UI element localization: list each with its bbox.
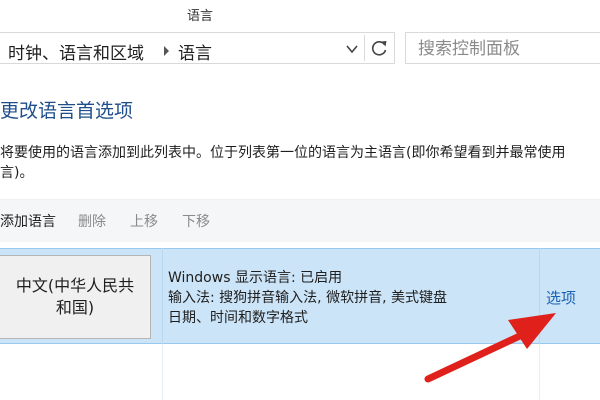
display-language-status: Windows 显示语言: 已启用 xyxy=(168,270,343,286)
breadcrumb-clock-language-region[interactable]: 时钟、语言和区域 xyxy=(8,39,144,64)
refresh-button[interactable] xyxy=(364,35,393,61)
refresh-icon xyxy=(371,41,387,56)
date-time-number-formats: 日期、时间和数字格式 xyxy=(168,310,308,326)
options-link[interactable]: 选项 xyxy=(546,287,576,308)
page-title: 更改语言首选项 xyxy=(0,100,134,122)
language-name-button[interactable]: 中文(中华人民共 和国) xyxy=(0,255,151,339)
language-details: Windows 显示语言: 已启用 输入法: 搜狗拼音输入法, 微软拼音, 美式… xyxy=(168,268,447,328)
input-methods: 输入法: 搜狗拼音输入法, 微软拼音, 美式键盘 xyxy=(168,290,447,306)
language-toolbar: 添加语言 删除 上移 下移 xyxy=(0,199,600,242)
move-down-button[interactable]: 下移 xyxy=(182,211,210,231)
move-up-button[interactable]: 上移 xyxy=(130,211,158,231)
remove-button[interactable]: 删除 xyxy=(78,211,106,231)
triangle-right-icon[interactable] xyxy=(164,46,169,56)
add-language-button[interactable]: 添加语言 xyxy=(0,211,56,231)
description-line: 将要使用的语言添加到此列表中。位于列表第一位的语言为主语言(即你希望看到并最常使… xyxy=(0,145,566,161)
address-bar[interactable]: 时钟、语言和区域 语言 xyxy=(0,32,395,64)
row-column-divider xyxy=(162,248,163,344)
breadcrumb-language[interactable]: 语言 xyxy=(178,39,212,64)
window-titlebar: 语言 xyxy=(0,0,600,28)
language-name-line: 中文(中华人民共 xyxy=(15,276,135,295)
language-name-line: 和国) xyxy=(55,298,95,317)
chevron-down-icon[interactable] xyxy=(344,41,360,57)
window-title: 语言 xyxy=(186,9,213,24)
search-box[interactable] xyxy=(405,32,600,64)
page-description: 将要使用的语言添加到此列表中。位于列表第一位的语言为主语言(即你希望看到并最常使… xyxy=(0,143,600,183)
search-input[interactable] xyxy=(416,37,600,61)
row-column-divider xyxy=(539,248,540,344)
description-line: 言)。 xyxy=(0,165,34,181)
